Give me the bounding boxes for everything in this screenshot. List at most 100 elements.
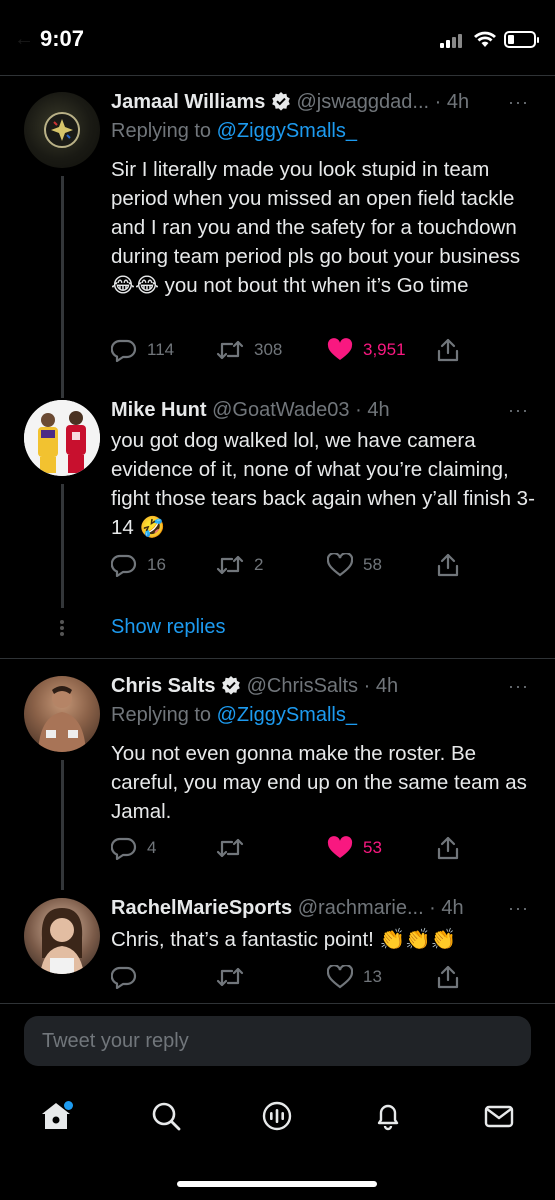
bottom-nav	[0, 1082, 555, 1152]
share-icon	[437, 836, 459, 860]
reply-button[interactable]: 16	[111, 550, 166, 580]
replying-prefix: Replying to	[111, 704, 217, 726]
retweet-button[interactable]: 308	[216, 335, 282, 365]
author-handle[interactable]: @GoatWade03	[212, 399, 349, 421]
more-options-icon[interactable]: ···	[508, 92, 529, 113]
like-count: 58	[363, 555, 382, 574]
author-handle[interactable]: @rachmarie...	[298, 897, 424, 919]
home-indicator[interactable]	[177, 1181, 377, 1187]
share-icon	[437, 338, 459, 362]
author-name[interactable]: Jamaal Williams	[111, 91, 265, 113]
replying-prefix: Replying to	[111, 120, 217, 142]
retweet-button[interactable]: 2	[216, 550, 263, 580]
replying-to: Replying to @ZiggySmalls_	[111, 120, 357, 143]
replying-to: Replying to @ZiggySmalls_	[111, 704, 357, 727]
like-count: 3,951	[363, 340, 406, 359]
tweet-actions: 13	[111, 962, 531, 992]
separator: ·	[358, 675, 376, 697]
retweet-icon	[216, 340, 244, 360]
reply-button[interactable]: 114	[111, 335, 174, 365]
basketball-players-image	[24, 400, 100, 476]
reply-button[interactable]: 4	[111, 833, 156, 863]
avatar[interactable]	[24, 400, 100, 476]
mention-link[interactable]: @ZiggySmalls_	[217, 704, 357, 726]
timestamp: 4h	[367, 399, 390, 421]
tweet-header: Jamaal Williams @jswaggdad... · 4h	[111, 91, 511, 119]
thread-ellipsis-icon	[60, 620, 64, 636]
tweet-text: Chris, that’s a fantastic point! 👏👏👏	[111, 928, 457, 951]
like-button[interactable]: 53	[327, 833, 382, 863]
separator: ·	[429, 91, 447, 113]
like-button[interactable]: 13	[327, 962, 382, 992]
nav-home[interactable]	[36, 1096, 76, 1136]
retweet-button[interactable]	[216, 962, 254, 992]
share-button[interactable]	[436, 833, 470, 863]
verified-badge-icon	[222, 676, 240, 695]
more-options-icon[interactable]: ···	[508, 898, 529, 919]
like-button[interactable]: 58	[327, 550, 382, 580]
notification-dot	[64, 1101, 73, 1110]
separator: ·	[349, 399, 368, 421]
tweet-text: Sir I literally made you look stupid in …	[111, 158, 521, 297]
share-button[interactable]	[436, 335, 470, 365]
wifi-icon	[474, 31, 496, 47]
spaces-icon	[262, 1101, 292, 1131]
thread-line	[61, 176, 64, 398]
steelers-logo-icon	[44, 112, 80, 148]
author-handle[interactable]: @jswaggdad...	[296, 91, 429, 113]
reply-composer[interactable]	[24, 1016, 531, 1066]
cellular-signal-icon	[440, 32, 466, 48]
nav-notifications[interactable]	[368, 1096, 408, 1136]
heart-filled-icon	[327, 836, 353, 858]
mention-link[interactable]: @ZiggySmalls_	[217, 120, 357, 142]
nav-search[interactable]	[146, 1096, 186, 1136]
back-arrow-icon[interactable]: ←	[14, 28, 34, 51]
status-bar: ← 9:07	[0, 0, 555, 76]
messages-icon	[484, 1105, 514, 1128]
author-name[interactable]: RachelMarieSports	[111, 897, 292, 919]
tweet-actions: 114 308 3,951	[111, 335, 531, 365]
nav-spaces[interactable]	[257, 1096, 297, 1136]
nav-messages[interactable]	[479, 1096, 519, 1136]
divider	[0, 1003, 555, 1004]
notifications-icon	[377, 1104, 399, 1131]
like-count: 53	[363, 838, 382, 857]
more-options-icon[interactable]: ···	[508, 400, 529, 421]
reply-input[interactable]	[24, 1016, 531, 1066]
person-photo	[38, 686, 86, 752]
avatar[interactable]	[24, 898, 100, 974]
share-icon	[437, 965, 459, 989]
heart-outline-icon	[327, 965, 353, 989]
status-time: 9:07	[40, 26, 85, 51]
retweet-icon	[216, 967, 244, 987]
retweet-count: 308	[254, 340, 283, 359]
separator: ·	[423, 897, 442, 919]
reply-icon	[111, 966, 137, 989]
share-button[interactable]	[436, 550, 470, 580]
retweet-button[interactable]	[216, 833, 254, 863]
heart-outline-icon	[327, 553, 353, 577]
timestamp: 4h	[375, 675, 399, 697]
author-handle[interactable]: @ChrisSalts	[247, 675, 358, 697]
like-button[interactable]: 3,951	[327, 335, 406, 365]
avatar[interactable]	[24, 676, 100, 752]
divider	[0, 658, 555, 659]
tweet-header: RachelMarieSports @rachmarie... · 4h	[111, 897, 511, 925]
share-button[interactable]	[436, 962, 470, 992]
reply-count: 4	[147, 838, 157, 857]
thread-line	[61, 760, 64, 890]
share-icon	[437, 553, 459, 577]
reply-icon	[111, 554, 137, 577]
author-name[interactable]: Mike Hunt	[111, 399, 207, 421]
timestamp: 4h	[446, 91, 470, 113]
more-options-icon[interactable]: ···	[508, 676, 529, 697]
thread-line	[61, 484, 64, 608]
author-name[interactable]: Chris Salts	[111, 675, 215, 697]
retweet-icon	[216, 555, 244, 575]
avatar[interactable]	[24, 92, 100, 168]
reply-count: 16	[147, 555, 166, 574]
heart-filled-icon	[327, 338, 353, 360]
show-replies-link[interactable]: Show replies	[111, 616, 226, 639]
reply-button[interactable]	[111, 962, 147, 992]
like-count: 13	[363, 967, 382, 986]
